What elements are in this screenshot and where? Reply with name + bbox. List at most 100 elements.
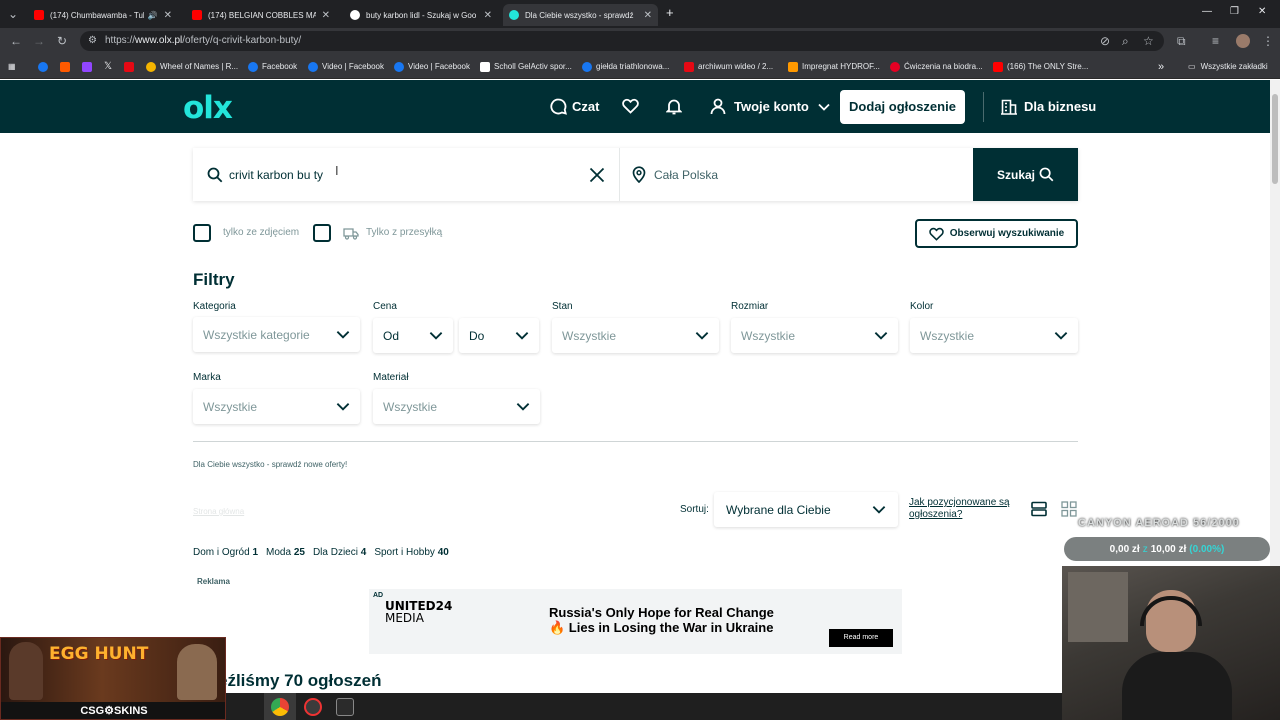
browser-tab-2[interactable]: (174) BELGIAN COBBLES MASTI ✕ [186,4,336,26]
location-input[interactable]: Cała Polska [619,148,972,201]
youtube-icon [34,10,44,20]
bookmark-gielda[interactable]: giełda triathlonowa... [582,59,669,74]
site-info-icon[interactable]: ⚙ [88,31,97,51]
size-select[interactable]: Wszystkie [731,318,898,353]
bookmark-archiwum[interactable]: archiwum wideo / 2... [684,59,773,74]
zoom-icon[interactable]: ⌕ [1122,34,1129,48]
color-select[interactable]: Wszystkie [910,318,1078,353]
bookmark-strava[interactable] [60,59,74,74]
add-listing-button[interactable]: Dodaj ogłoszenie [840,90,965,124]
bookmark-impregnat[interactable]: Impregnat HYDROF... [788,59,880,74]
material-select[interactable]: Wszystkie [373,389,540,424]
bookmark-twitch[interactable] [82,59,96,74]
profile-avatar[interactable] [1236,34,1250,48]
chevron-down-icon [516,403,530,411]
faint-link[interactable]: Strona główna [193,507,244,516]
tab-title: (174) Chumbawamba - Tub [50,10,144,20]
tracking-blocked-icon[interactable]: ⊘ [1100,34,1110,48]
restore-icon[interactable]: ❐ [1230,6,1239,17]
bookmark-wheel-of-names[interactable]: Wheel of Names | R... [146,59,238,74]
forward-icon[interactable]: → [33,34,45,48]
category-link[interactable]: Sport i Hobby 40 [374,547,449,558]
olx-logo[interactable]: olx [183,93,233,124]
condition-select[interactable]: Wszystkie [552,318,719,353]
close-icon[interactable]: ✕ [322,10,330,21]
folder-icon: ▭ [1188,62,1196,71]
chevron-down-icon [515,332,529,340]
category-name: Moda [266,547,292,558]
terminal-icon[interactable] [336,698,354,716]
ad-brand-logo: UNITED24 MEDIA [385,600,452,624]
category-link[interactable]: Dla Dzieci 4 [313,547,366,558]
all-bookmarks-folder[interactable]: ▭ Wszystkie zakładki [1188,59,1268,74]
search-input[interactable]: crivit karbon bu ty I [193,148,618,201]
bookmark-video-facebook-1[interactable]: Video | Facebook [308,59,384,74]
obs-icon[interactable] [304,698,322,716]
url-path: /oferty/q-crivit-karbon-buty/ [182,35,302,46]
egg-hunt-title: EGG HUNT [49,644,149,664]
bookmark-facebook-2[interactable]: Facebook [248,59,297,74]
chrome-icon[interactable] [271,698,289,716]
star-icon[interactable]: ☆ [1143,34,1154,48]
category-link[interactable]: Dom i Ogród 1 [193,547,258,558]
chevron-down-icon [818,103,830,111]
menu-icon[interactable]: ⋮ [1262,34,1274,48]
category-name: Sport i Hobby [374,547,435,558]
heart-icon [928,227,944,241]
close-icon[interactable]: ✕ [644,10,652,21]
grid-view-icon[interactable] [1061,501,1077,517]
scrollbar-thumb[interactable] [1272,94,1278,184]
bookmark-video-facebook-2[interactable]: Video | Facebook [394,59,470,74]
search-button[interactable]: Szukaj [973,148,1078,201]
category-link[interactable]: Moda 25 [266,547,305,558]
condition-filter-label: Stan [552,301,573,312]
price-to-select[interactable]: Do [459,318,539,353]
bookmark-cwiczenia[interactable]: Ćwiczenia na biodra... [890,59,983,74]
shipping-only-checkbox[interactable] [313,224,331,242]
notifications-link[interactable] [666,98,682,115]
apps-icon[interactable]: ▦ [8,59,16,74]
price-from-select[interactable]: Od [373,318,453,353]
business-label: Dla biznesu [1024,99,1097,114]
more-bookmarks-button[interactable]: » [1158,59,1164,74]
watch-search-button[interactable]: Obserwuj wyszukiwanie [915,219,1078,248]
list-view-icon[interactable] [1031,501,1047,517]
youtube-icon [993,61,1003,72]
bookmark-scholl[interactable]: Scholl GelActiv spor... [480,59,572,74]
ad-read-more-button[interactable]: Read more [829,629,893,647]
close-icon[interactable]: ✕ [484,10,492,21]
bookmark-x[interactable]: 𝕏 [104,59,112,74]
bookmark-netflix[interactable] [124,59,138,74]
media-control-icon[interactable]: ≡ [1212,34,1219,48]
back-icon[interactable]: ← [10,34,22,48]
category-select[interactable]: Wszystkie kategorie [193,317,360,352]
tab-search-icon[interactable]: ⌄ [8,7,18,21]
account-menu[interactable]: Twoje konto [710,98,830,115]
minimize-icon[interactable]: — [1202,6,1212,17]
bookmark-the-only[interactable]: (166) The ONLY Stre... [993,59,1088,74]
browser-tab-1[interactable]: (174) Chumbawamba - Tub 🔊 ✕ [28,4,178,26]
new-tab-button[interactable]: + [666,5,674,20]
bookmark-facebook[interactable] [38,59,52,74]
extensions-icon[interactable]: ⧉ [1177,34,1186,48]
browser-tab-3[interactable]: buty karbon lidl - Szukaj w Goo ✕ [344,4,498,26]
reload-icon[interactable]: ↻ [57,34,67,48]
favorites-link[interactable] [622,98,639,114]
goal-target: 10,00 zł [1150,543,1187,555]
browser-tab-4-active[interactable]: Dla Ciebie wszystko - sprawdź ✕ [503,4,658,26]
close-window-icon[interactable]: ✕ [1258,6,1266,17]
close-icon[interactable]: ✕ [164,10,172,21]
brand-select[interactable]: Wszystkie [193,389,360,424]
chevron-down-icon [336,403,350,411]
positioning-link[interactable]: Jak pozycjonowane są ogłoszenia? [909,497,1021,521]
speaker-icon: 🔊 [147,10,158,20]
page-scrollbar[interactable] [1270,80,1280,566]
sort-select[interactable]: Wybrane dla Ciebie [714,492,898,527]
url-field[interactable]: ⚙ https://www.olx.pl/oferty/q-crivit-kar… [80,31,1164,51]
clear-icon[interactable] [589,167,605,183]
photo-only-checkbox[interactable] [193,224,211,242]
ad-banner[interactable]: AD UNITED24 MEDIA Russia's Only Hope for… [369,589,902,654]
chat-link[interactable]: Czat [550,98,599,115]
search-icon [1039,167,1054,182]
business-link[interactable]: Dla biznesu [1001,98,1096,115]
